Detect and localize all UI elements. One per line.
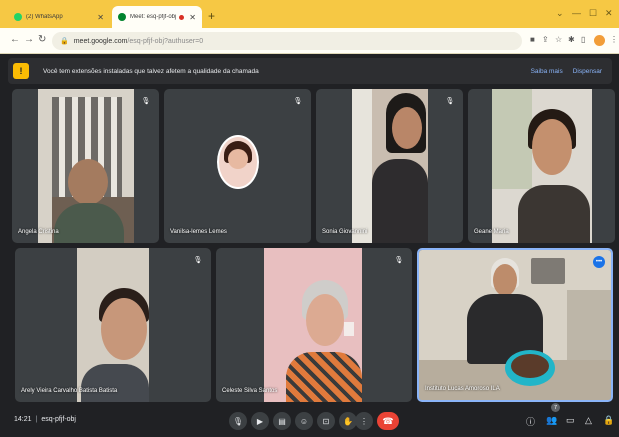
kitchen-microwave xyxy=(531,258,565,284)
activities-icon[interactable]: △ xyxy=(585,415,592,426)
chat-icon[interactable]: ▭ xyxy=(566,415,575,426)
present-button[interactable]: ⊡ xyxy=(317,412,335,430)
end-call-button[interactable]: ☎ xyxy=(377,412,399,430)
wall-switch xyxy=(344,322,354,336)
reload-icon[interactable]: ↻ xyxy=(38,34,46,45)
more-options-button[interactable]: ⋮ xyxy=(355,412,373,430)
learn-more-link[interactable]: Saiba mais xyxy=(531,68,563,75)
participant-tile-active-speaker[interactable]: ••• Instituto Lucas Amoroso ILA xyxy=(417,248,613,402)
participant-name: Sonia Giovannini xyxy=(322,229,368,235)
participant-name: Arely Vieira Carvalho Batista Batista xyxy=(21,388,118,394)
side-panel-icon[interactable]: ▯ xyxy=(581,35,585,44)
browser-tab-strip: (2) WhatsApp ✕ Meet: esq-pfjf-obj ✕ + ⌄ … xyxy=(0,0,619,28)
participant-body xyxy=(286,352,362,402)
participant-name: Instituto Lucas Amoroso ILA xyxy=(425,386,500,392)
participant-face xyxy=(493,264,517,296)
participant-tile[interactable]: 🎙 Arely Vieira Carvalho Batista Batista xyxy=(15,248,211,402)
profile-avatar[interactable] xyxy=(594,35,605,46)
extensions-icon[interactable]: ✱ xyxy=(568,35,575,44)
meeting-details-icon[interactable]: ⓘ xyxy=(526,415,535,428)
recording-dot-icon xyxy=(179,14,185,20)
participant-face xyxy=(532,119,572,175)
new-tab-icon[interactable]: + xyxy=(208,9,215,23)
participant-body xyxy=(518,185,590,243)
lock-icon[interactable]: 🔒 xyxy=(60,37,69,45)
close-tab-icon[interactable]: ✕ xyxy=(97,13,104,22)
camera-button[interactable]: ▶ xyxy=(251,412,269,430)
participant-face xyxy=(68,159,108,205)
separator: | xyxy=(35,416,38,423)
mic-off-icon: 🎙 xyxy=(394,257,404,264)
participant-name: Vanilsa-lemes Lemes xyxy=(170,229,227,235)
background-wall xyxy=(352,89,372,243)
host-controls-icon[interactable]: 🔒 xyxy=(603,415,614,426)
participant-face xyxy=(306,294,344,346)
participant-name: Geane Maria xyxy=(474,229,509,235)
participant-tile[interactable]: 🎙 Celeste Silva Santos xyxy=(216,248,412,402)
participant-name: Angela Cristina xyxy=(18,229,59,235)
meeting-info: 14:21 | esq-pfjf-obj xyxy=(14,416,76,423)
participant-name: Celeste Silva Santos xyxy=(222,388,278,394)
tab-meet[interactable]: Meet: esq-pfjf-obj ✕ xyxy=(112,6,202,28)
meeting-time: 14:21 xyxy=(14,416,32,423)
tab-title: (2) WhatsApp xyxy=(26,14,63,20)
people-icon[interactable]: 👥 xyxy=(546,415,557,426)
minimize-icon[interactable]: — xyxy=(572,8,581,18)
participant-count-badge: 7 xyxy=(551,403,560,412)
tab-whatsapp[interactable]: (2) WhatsApp ✕ xyxy=(8,6,110,28)
participant-face xyxy=(101,298,147,360)
meeting-code: esq-pfjf-obj xyxy=(41,416,76,423)
participant-tile[interactable]: Geane Maria xyxy=(468,89,615,243)
bowl-contents xyxy=(511,354,549,378)
speaking-indicator-icon: ••• xyxy=(593,256,605,268)
chevron-down-icon[interactable]: ⌄ xyxy=(556,8,564,19)
participant-body xyxy=(81,364,149,402)
address-bar-row: ← → ↻ 🔒 meet.google.com/esq-pfjf-obj?aut… xyxy=(0,28,619,54)
participant-body xyxy=(372,159,428,243)
mic-off-icon: 🎙 xyxy=(193,257,203,264)
participant-tile[interactable]: 🎙 Vanilsa-lemes Lemes xyxy=(164,89,311,243)
bookmark-star-icon[interactable]: ☆ xyxy=(555,35,562,44)
microphone-button[interactable]: 🎙 xyxy=(229,412,247,430)
close-tab-icon[interactable]: ✕ xyxy=(189,13,196,22)
participant-face xyxy=(392,107,422,149)
mic-off-icon: 🎙 xyxy=(293,98,303,105)
url-bar[interactable]: 🔒 meet.google.com/esq-pfjf-obj?authuser=… xyxy=(52,32,522,50)
tab-title: Meet: esq-pfjf-obj xyxy=(130,14,177,20)
forward-icon[interactable]: → xyxy=(24,34,34,45)
whatsapp-icon xyxy=(14,13,22,21)
url-domain: meet.google.com xyxy=(73,37,128,45)
meeting-control-bar: 14:21 | esq-pfjf-obj 🎙 ▶ ▤ ☺ ⊡ ✋ ⋮ ☎ ⓘ 👥 ▭… xyxy=(0,404,619,437)
mic-off-icon: 🎙 xyxy=(141,98,151,105)
close-window-icon[interactable]: ✕ xyxy=(605,8,613,19)
extension-warning-icon: ! xyxy=(13,63,29,79)
dismiss-link[interactable]: Dispensar xyxy=(573,68,602,75)
camera-indicator-icon[interactable]: ■ xyxy=(530,35,535,44)
participant-tile[interactable]: 🎙 Angela Cristina xyxy=(12,89,159,243)
kitchen-cabinet xyxy=(567,290,611,360)
extensions-warning-banner: ! Você tem extensões instaladas que talv… xyxy=(8,58,612,84)
meet-icon xyxy=(118,13,126,21)
emoji-button[interactable]: ☺ xyxy=(295,412,313,430)
participant-tile[interactable]: 🎙 Sonia Giovannini xyxy=(316,89,463,243)
url-path: /esq-pfjf-obj?authuser=0 xyxy=(127,37,204,45)
maximize-icon[interactable]: ☐ xyxy=(589,8,597,19)
mic-off-icon: 🎙 xyxy=(445,98,455,105)
captions-button[interactable]: ▤ xyxy=(273,412,291,430)
banner-text: Você tem extensões instaladas que talvez… xyxy=(43,67,259,75)
background-door xyxy=(492,89,532,189)
participant-face xyxy=(228,149,248,169)
share-icon[interactable]: ⇪ xyxy=(542,35,549,44)
back-icon[interactable]: ← xyxy=(10,34,20,45)
menu-icon[interactable]: ⋮ xyxy=(610,35,618,44)
